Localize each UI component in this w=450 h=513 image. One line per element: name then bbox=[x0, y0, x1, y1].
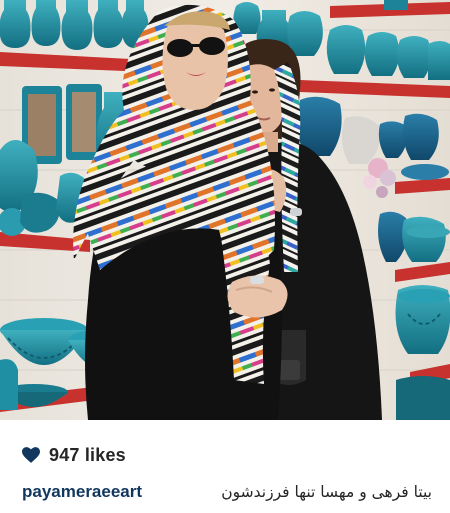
caption-overflow-text: … bbox=[22, 506, 432, 513]
heart-icon[interactable] bbox=[22, 447, 40, 463]
caption-overflow-line: … bbox=[22, 506, 432, 513]
likes-row[interactable]: 947 likes bbox=[22, 444, 126, 466]
caption-text: بیتا فرهی و مهسا تنها فرزندشون bbox=[221, 483, 432, 501]
username-link[interactable]: payameraeeart bbox=[22, 482, 142, 502]
post-footer: 947 likes payameraeeart بیتا فرهی و مهسا… bbox=[0, 420, 450, 513]
likes-count[interactable]: 947 likes bbox=[49, 445, 126, 466]
caption-row: payameraeeart بیتا فرهی و مهسا تنها فرزن… bbox=[22, 480, 432, 504]
instagram-post: 947 likes payameraeeart بیتا فرهی و مهسا… bbox=[0, 0, 450, 513]
post-photo[interactable] bbox=[0, 0, 450, 420]
